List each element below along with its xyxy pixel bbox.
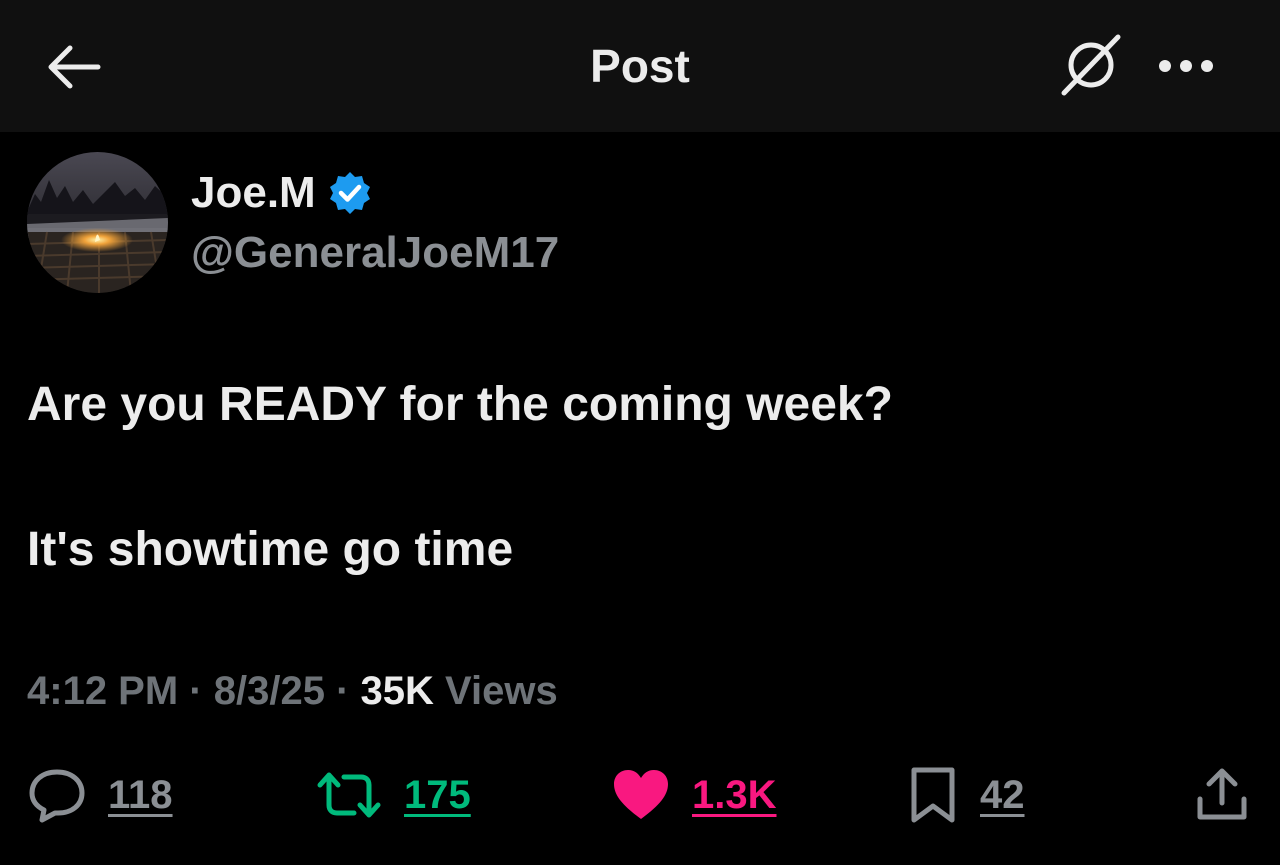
bookmark-count: 42 — [980, 772, 1025, 817]
like-count: 1.3K — [692, 772, 777, 817]
share-button[interactable] — [1192, 764, 1252, 826]
heart-icon — [614, 770, 668, 819]
bookmark-button[interactable]: 42 — [908, 764, 1025, 826]
repost-button[interactable]: 175 — [316, 764, 471, 826]
display-name-text: Joe.M — [191, 168, 316, 217]
like-button[interactable]: 1.3K — [612, 764, 777, 826]
reply-button[interactable]: 118 — [28, 764, 173, 826]
grok-slash-icon — [1061, 34, 1121, 96]
share-icon — [1197, 768, 1247, 820]
views-count: 35K — [360, 669, 434, 713]
post-text-line-2: It's showtime go time — [27, 523, 514, 576]
verified-badge-icon — [329, 172, 370, 214]
post-date[interactable]: 8/3/25 — [214, 669, 325, 713]
arrow-left-icon — [48, 45, 101, 89]
bookmark-icon — [911, 767, 955, 823]
ellipsis-icon — [1159, 60, 1213, 72]
top-bar: Post — [0, 0, 1280, 132]
reply-icon — [29, 769, 85, 823]
separator-dot: · — [189, 669, 214, 713]
repost-count: 175 — [404, 772, 471, 817]
post-text-line-1: Are you READY for the coming week? — [27, 378, 893, 431]
author-handle[interactable]: @GeneralJoeM17 — [191, 226, 559, 280]
author-name[interactable]: Joe.M — [191, 166, 372, 220]
repost-icon — [317, 772, 381, 818]
reply-count: 118 — [108, 772, 173, 817]
post-metadata: 4:12 PM · 8/3/25 · 35K Views — [27, 664, 558, 718]
grok-button[interactable] — [1055, 32, 1127, 98]
avatar[interactable] — [27, 152, 168, 293]
post-time[interactable]: 4:12 PM — [27, 669, 178, 713]
separator-dot: · — [336, 669, 361, 713]
back-button[interactable] — [40, 38, 106, 96]
views-label: Views — [445, 669, 558, 713]
more-options-button[interactable] — [1150, 40, 1222, 92]
avatar-image — [27, 152, 168, 293]
